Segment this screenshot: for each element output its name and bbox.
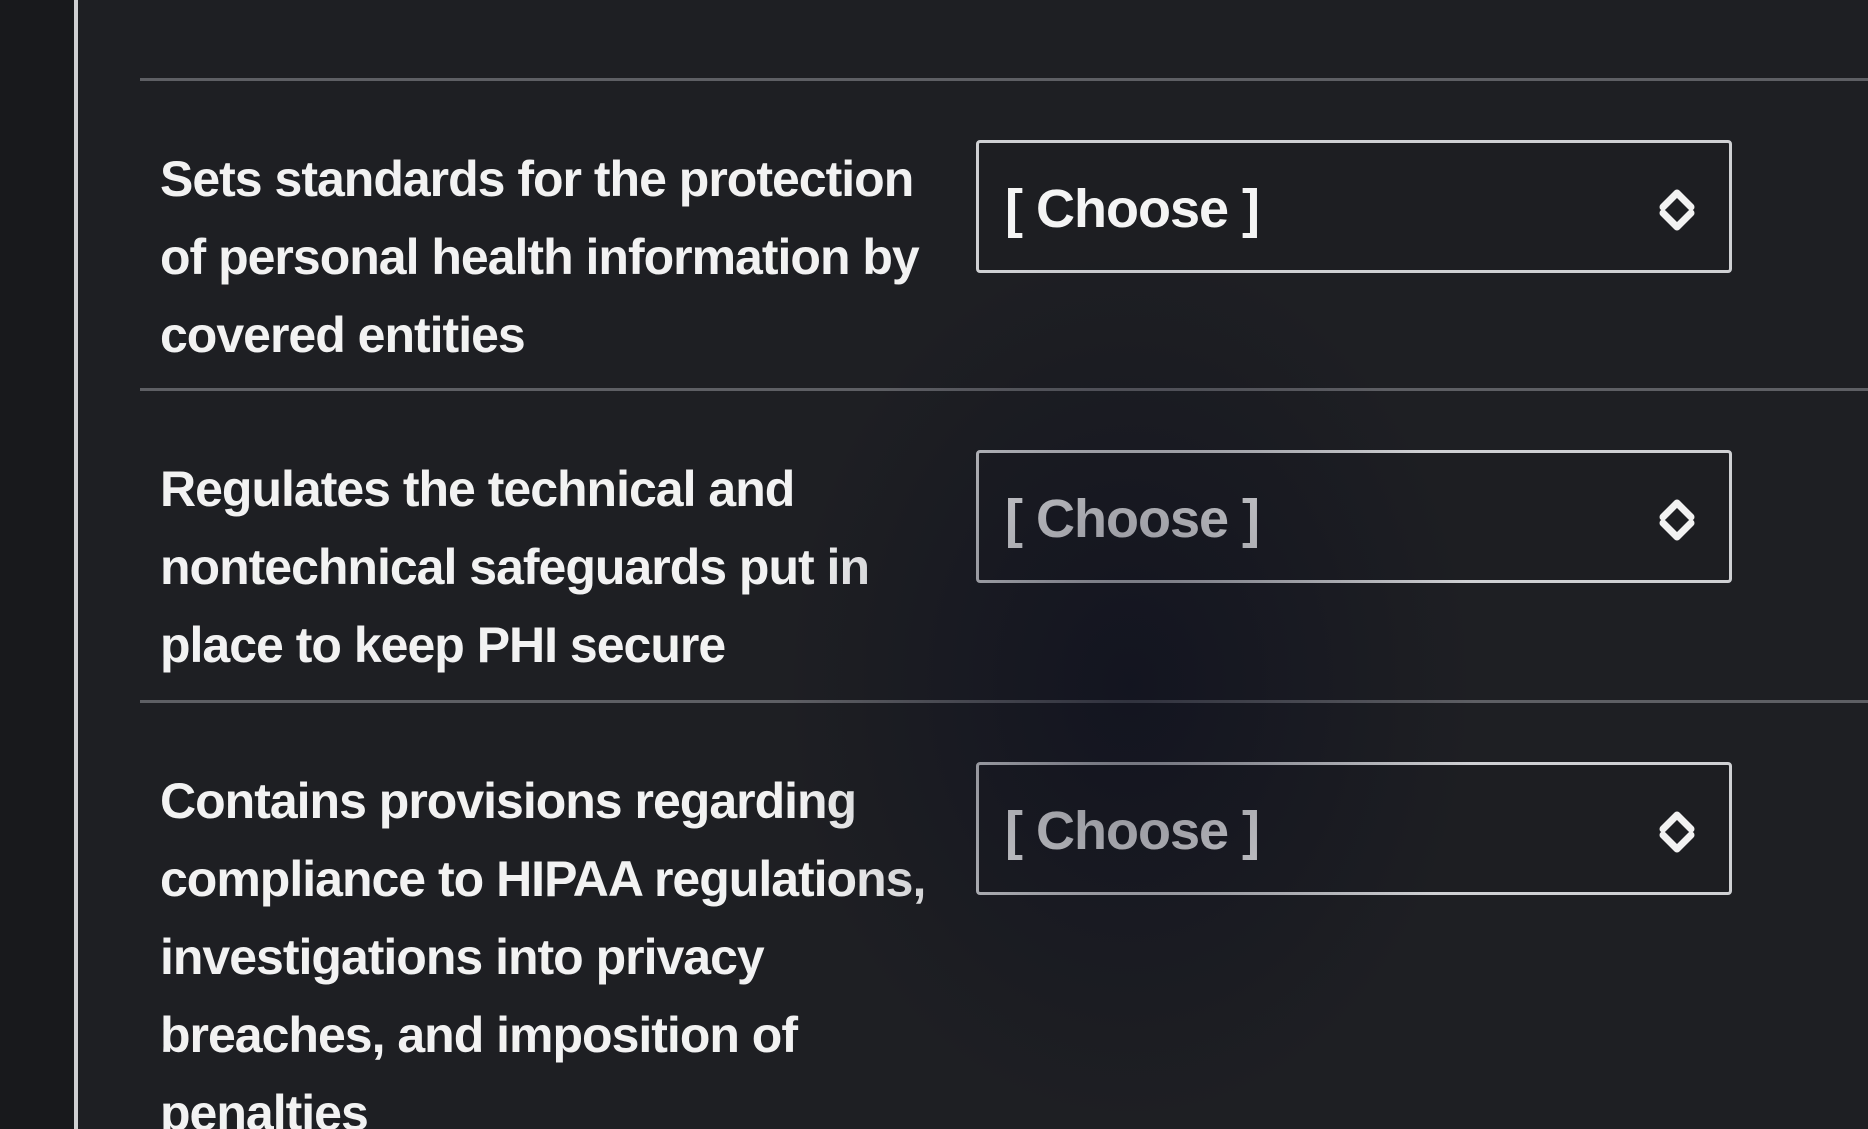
rail-divider — [74, 0, 78, 1129]
up-down-chevron-icon — [1659, 499, 1695, 541]
left-rail — [0, 0, 78, 1129]
divider — [140, 78, 1868, 81]
answer-select[interactable]: [ Choose ] — [976, 140, 1732, 273]
question-prompt: Sets standards for the protection of per… — [160, 151, 920, 363]
up-down-chevron-icon — [1659, 189, 1695, 231]
answer-select[interactable]: [ Choose ] — [976, 762, 1732, 895]
select-value: [ Choose ] — [1005, 489, 1260, 549]
answer-select[interactable]: [ Choose ] — [976, 450, 1732, 583]
quiz-page: Sets standards for the protection of per… — [0, 0, 1868, 1129]
divider — [140, 388, 1868, 391]
matching-question-list: Sets standards for the protection of per… — [140, 0, 1868, 1129]
select-value: [ Choose ] — [1005, 179, 1260, 239]
question-prompt: Regulates the technical and nontechnical… — [160, 461, 870, 673]
question-prompt: Contains provisions regarding compliance… — [160, 773, 926, 1129]
select-value: [ Choose ] — [1005, 801, 1260, 861]
divider — [140, 700, 1868, 703]
up-down-chevron-icon — [1659, 811, 1695, 853]
